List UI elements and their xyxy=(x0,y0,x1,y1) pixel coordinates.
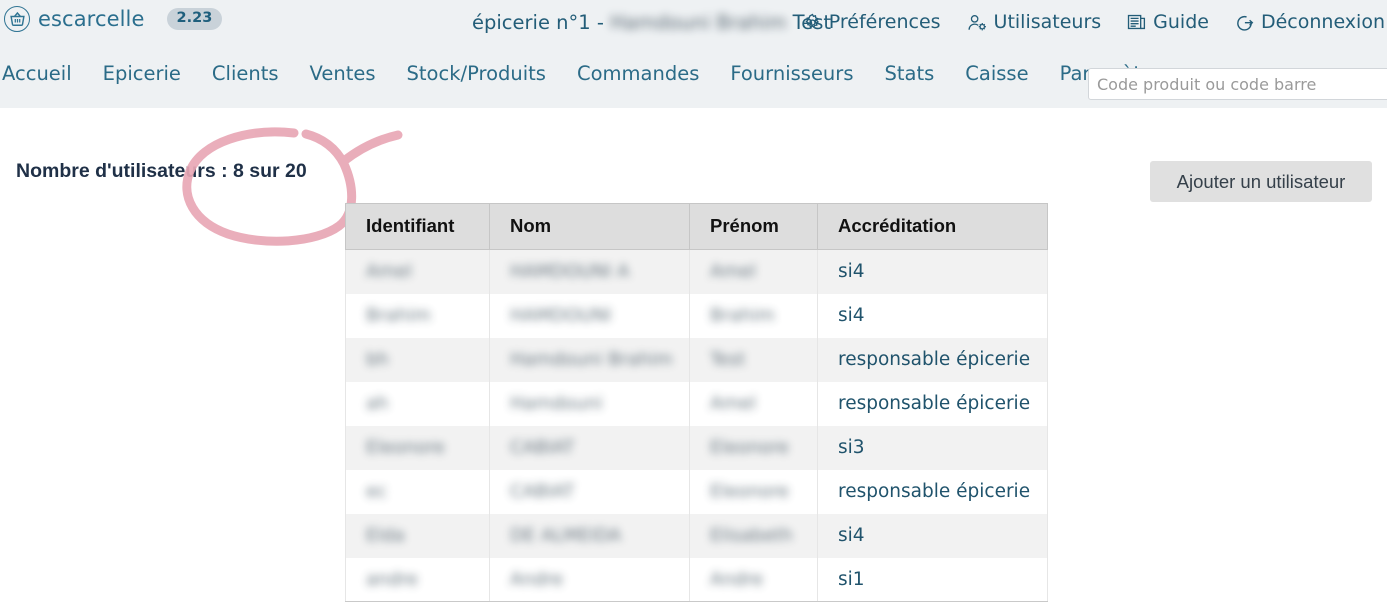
table-row[interactable]: Amel HAMDOUNI A Amel si4 xyxy=(345,249,1048,294)
page-title: Nombre d'utilisateurs : 8 sur 20 xyxy=(16,160,307,182)
gear-icon xyxy=(803,13,822,32)
cell-accreditation: si4 xyxy=(817,249,1048,294)
cell-nom: CABIAT xyxy=(489,425,690,470)
nav-item-commandes[interactable]: Commandes xyxy=(577,62,699,86)
version-badge: 2.23 xyxy=(166,8,223,30)
cell-prenom: Amel xyxy=(689,249,818,294)
user-gear-icon xyxy=(967,13,987,32)
cell-nom: CABIAT xyxy=(489,469,690,514)
nav-item-caisse[interactable]: Caisse xyxy=(965,62,1028,86)
cell-identifiant: ec xyxy=(345,469,490,514)
cell-prenom: Amel xyxy=(689,381,818,426)
cell-nom: Hamdouni xyxy=(489,381,690,426)
header-link-label: Déconnexion xyxy=(1260,11,1385,33)
nav-item-accueil[interactable]: Accueil xyxy=(2,62,72,86)
column-header-prenom[interactable]: Prénom xyxy=(689,203,818,250)
cell-nom: HAMDOUNI A xyxy=(489,249,690,294)
users-table-container: Identifiant Nom Prénom Accréditation Ame… xyxy=(345,203,1048,602)
main-navigation: Accueil Epicerie Clients Ventes Stock/Pr… xyxy=(0,62,1387,108)
cell-prenom: Brahim xyxy=(689,293,818,338)
cell-accreditation: responsable épicerie xyxy=(817,381,1048,426)
table-row[interactable]: ah Hamdouni Amel responsable épicerie xyxy=(345,381,1048,426)
cell-identifiant: Eleonore xyxy=(345,425,490,470)
header-link-guide[interactable]: Guide xyxy=(1127,11,1209,33)
cell-accreditation: si4 xyxy=(817,513,1048,558)
users-table: Identifiant Nom Prénom Accréditation Ame… xyxy=(345,203,1048,602)
cell-accreditation: si3 xyxy=(817,425,1048,470)
cell-identifiant: Brahim xyxy=(345,293,490,338)
cell-accreditation: si1 xyxy=(817,557,1048,602)
header-link-label: Préférences xyxy=(828,11,941,33)
header-links: Préférences Utilisateurs Guide Déconnexi… xyxy=(803,11,1387,33)
brand-name: escarcelle xyxy=(38,7,145,31)
nav-item-ventes[interactable]: Ventes xyxy=(310,62,376,86)
cell-accreditation: si4 xyxy=(817,293,1048,338)
shop-title: épicerie n°1 - Hamdouni Brahim Test xyxy=(472,11,831,34)
cell-accreditation: responsable épicerie xyxy=(817,337,1048,382)
cell-prenom: Eleonore xyxy=(689,469,818,514)
book-icon xyxy=(1127,13,1146,31)
header-link-label: Utilisateurs xyxy=(993,11,1102,33)
cell-identifiant: andre xyxy=(345,557,490,602)
cell-identifiant: bh xyxy=(345,337,490,382)
nav-item-stock-produits[interactable]: Stock/Produits xyxy=(407,62,546,86)
table-row[interactable]: bh Hamdouni Brahim Test responsable épic… xyxy=(345,337,1048,382)
column-header-accreditation[interactable]: Accréditation xyxy=(817,203,1048,250)
header-link-logout[interactable]: Déconnexion xyxy=(1235,11,1385,33)
cell-nom: DE ALMEIDA xyxy=(489,513,690,558)
column-header-nom[interactable]: Nom xyxy=(489,203,690,250)
table-row[interactable]: andre Andre Andre si1 xyxy=(345,557,1048,602)
search-input[interactable] xyxy=(1088,68,1387,100)
cell-prenom: Andre xyxy=(689,557,818,602)
app-header-bar: escarcelle 2.23 épicerie n°1 - Hamdouni … xyxy=(0,0,1387,108)
nav-item-epicerie[interactable]: Epicerie xyxy=(103,62,181,86)
cell-nom: HAMDOUNI xyxy=(489,293,690,338)
nav-item-stats[interactable]: Stats xyxy=(884,62,934,86)
cell-identifiant: ah xyxy=(345,381,490,426)
cell-nom: Hamdouni Brahim xyxy=(489,337,690,382)
add-user-button[interactable]: Ajouter un utilisateur xyxy=(1150,161,1372,202)
table-row[interactable]: Brahim HAMDOUNI Brahim si4 xyxy=(345,293,1048,338)
header-link-label: Guide xyxy=(1153,11,1209,33)
logout-icon xyxy=(1235,13,1254,32)
brand-logo[interactable]: escarcelle 2.23 xyxy=(4,6,223,32)
table-row[interactable]: Elda DE ALMEIDA Elisabeth si4 xyxy=(345,513,1048,558)
header-link-users[interactable]: Utilisateurs xyxy=(967,11,1102,33)
header-top-row: escarcelle 2.23 épicerie n°1 - Hamdouni … xyxy=(0,0,1387,48)
header-link-preferences[interactable]: Préférences xyxy=(803,11,941,33)
table-row[interactable]: Eleonore CABIAT Eleonore si3 xyxy=(345,425,1048,470)
cell-identifiant: Amel xyxy=(345,249,490,294)
shopping-basket-icon xyxy=(4,6,30,32)
product-search xyxy=(1088,68,1387,100)
table-header-row: Identifiant Nom Prénom Accréditation xyxy=(345,203,1048,250)
nav-item-fournisseurs[interactable]: Fournisseurs xyxy=(730,62,853,86)
nav-item-clients[interactable]: Clients xyxy=(212,62,279,86)
table-row[interactable]: ec CABIAT Eleonore responsable épicerie xyxy=(345,469,1048,514)
cell-prenom: Eleonore xyxy=(689,425,818,470)
cell-prenom: Test xyxy=(689,337,818,382)
cell-accreditation: responsable épicerie xyxy=(817,469,1048,514)
shop-title-redacted-name: Hamdouni Brahim xyxy=(610,11,787,34)
shop-title-prefix: épicerie n°1 - xyxy=(472,11,611,34)
cell-prenom: Elisabeth xyxy=(689,513,818,558)
cell-nom: Andre xyxy=(489,557,690,602)
cell-identifiant: Elda xyxy=(345,513,490,558)
column-header-identifiant[interactable]: Identifiant xyxy=(345,203,490,250)
